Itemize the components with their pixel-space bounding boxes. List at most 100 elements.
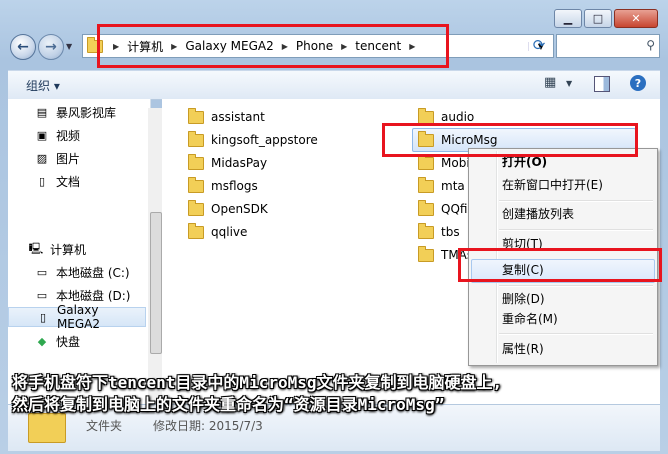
nav-item-label: 本地磁盘 (C:): [56, 265, 130, 280]
file-name: QQfil: [441, 202, 471, 216]
file-name: tbs: [441, 225, 460, 239]
maximize-button[interactable]: □: [584, 9, 612, 28]
view-dropdown-icon[interactable]: ▼: [566, 79, 572, 88]
help-icon[interactable]: ?: [630, 75, 646, 91]
drive-d-icon: ▭: [36, 288, 48, 302]
list-item[interactable]: kingsoft_appstore: [188, 130, 318, 150]
file-name: qqlive: [211, 225, 248, 239]
nav-item-label: Galaxy MEGA2: [56, 303, 101, 331]
annotation-copy-box: [458, 248, 662, 282]
menu-item-properties[interactable]: 属性(R): [502, 340, 544, 358]
navigation-scrollbar[interactable]: [148, 108, 162, 404]
media-library-icon: ▤: [36, 105, 48, 119]
nav-item-computer[interactable]: 🖳 计算机: [28, 239, 86, 259]
nav-item-media-library[interactable]: ▤ 暴风影视库: [34, 102, 116, 122]
menu-separator: [499, 285, 653, 287]
folder-icon: [188, 176, 204, 193]
phone-icon: ▯: [39, 310, 46, 324]
folder-icon: [418, 176, 434, 193]
kuaipan-icon: ◆: [37, 334, 47, 348]
drive-c-icon: ▭: [36, 265, 48, 279]
menu-item-rename[interactable]: 重命名(M): [502, 310, 558, 328]
forward-arrow-icon: →: [45, 39, 57, 55]
nav-item-documents[interactable]: ▯ 文档: [34, 171, 80, 191]
menu-separator: [499, 333, 653, 335]
close-icon: ✕: [631, 12, 641, 25]
nav-item-drive-d[interactable]: ▭ 本地磁盘 (D:): [34, 285, 131, 305]
maximize-icon: □: [592, 12, 604, 25]
folder-icon: [418, 199, 434, 216]
video-icon: ▣: [36, 128, 48, 142]
nav-item-label: 文档: [56, 174, 81, 189]
preview-pane-icon[interactable]: [594, 76, 610, 92]
scrollbar-thumb[interactable]: [150, 212, 162, 354]
instruction-line-1: 将手机盘符下tencent目录中的MicroMsg文件夹复制到电脑硬盘上,: [12, 373, 503, 392]
recent-pages-dropdown[interactable]: ▼: [66, 42, 72, 51]
folder-large-icon: [28, 413, 66, 443]
forward-button[interactable]: →: [38, 34, 64, 60]
folder-icon: [418, 107, 434, 124]
instruction-line-2: 然后将复制到电脑上的文件夹重命名为“资源目录MicroMsg”: [12, 395, 445, 414]
search-icon: ⚲: [646, 38, 655, 52]
refresh-icon[interactable]: ⟳: [528, 34, 550, 56]
minimize-button[interactable]: ▁: [554, 9, 582, 28]
folder-icon: [418, 245, 434, 262]
back-button[interactable]: ←: [10, 34, 36, 60]
list-item[interactable]: mta: [418, 176, 465, 196]
folder-icon: [188, 107, 204, 124]
file-name: OpenSDK: [211, 202, 268, 216]
annotation-micromsg-box: [382, 123, 638, 157]
explorer-window: ▁ □ ✕ ← → ▼ ▶ 计算机 ▶ Galaxy MEGA2 ▶ Phone…: [0, 0, 668, 454]
nav-item-label: 计算机: [50, 242, 87, 257]
folder-icon: [188, 222, 204, 239]
list-item[interactable]: MidasPay: [188, 153, 267, 173]
nav-item-kuaipan[interactable]: ◆ 快盘: [34, 331, 80, 351]
nav-item-label: 本地磁盘 (D:): [56, 288, 131, 303]
detail-modified-date: 修改日期: 2015/7/3: [153, 419, 263, 433]
computer-icon: 🖳: [28, 241, 44, 255]
menu-item-open-new-window[interactable]: 在新窗口中打开(E): [502, 176, 603, 194]
command-bar: 组织 ▾ ▦ ▼ ?: [8, 70, 660, 100]
view-options-icon[interactable]: ▦: [544, 75, 556, 90]
instruction-caption: 将手机盘符下tencent目录中的MicroMsg文件夹复制到电脑硬盘上, 然后…: [12, 372, 662, 416]
nav-item-label: 图片: [56, 151, 81, 166]
nav-item-videos[interactable]: ▣ 视频: [34, 125, 80, 145]
minimize-icon: ▁: [563, 12, 573, 25]
folder-icon: [188, 153, 204, 170]
list-item[interactable]: QQfil: [418, 199, 471, 219]
nav-item-drive-c[interactable]: ▭ 本地磁盘 (C:): [34, 262, 130, 282]
picture-icon: ▨: [36, 151, 48, 165]
close-button[interactable]: ✕: [614, 9, 658, 28]
detail-type: 文件夹: [86, 419, 123, 433]
file-name: assistant: [211, 110, 265, 124]
nav-item-galaxy-mega2[interactable]: ▯ Galaxy MEGA2: [8, 303, 146, 331]
file-name: kingsoft_appstore: [211, 133, 318, 147]
menu-separator: [499, 200, 653, 202]
list-item[interactable]: OpenSDK: [188, 199, 268, 219]
nav-item-label: 快盘: [56, 334, 81, 349]
annotation-address-box: [97, 24, 449, 68]
file-name: Mobi: [441, 156, 470, 170]
folder-icon: [188, 199, 204, 216]
nav-item-pictures[interactable]: ▨ 图片: [34, 148, 80, 168]
back-arrow-icon: ←: [17, 39, 29, 55]
nav-item-label: 视频: [56, 128, 81, 143]
list-item[interactable]: msflogs: [188, 176, 258, 196]
menu-separator: [499, 229, 653, 231]
list-item[interactable]: assistant: [188, 107, 265, 127]
menu-item-delete[interactable]: 删除(D): [502, 290, 545, 308]
document-icon: ▯: [38, 174, 46, 188]
organize-button[interactable]: 组织 ▾: [26, 77, 60, 94]
folder-icon: [418, 222, 434, 239]
navigation-pane: ▤ 暴风影视库 ▣ 视频 ▨ 图片 ▯ 文档 🖳 计算机 ▭ 本地磁盘 (C:) ▭ 本地磁盘…: [8, 99, 151, 404]
menu-item-create-playlist[interactable]: 创建播放列表: [502, 205, 574, 223]
search-input[interactable]: ⚲: [556, 34, 660, 58]
file-name: MidasPay: [211, 156, 268, 170]
list-item[interactable]: tbs: [418, 222, 460, 242]
file-name: msflogs: [211, 179, 258, 193]
file-name: mta: [441, 179, 465, 193]
file-name: audio: [441, 110, 475, 124]
folder-icon: [188, 130, 204, 147]
list-item[interactable]: qqlive: [188, 222, 247, 242]
window-controls: ▁ □ ✕: [554, 9, 658, 28]
